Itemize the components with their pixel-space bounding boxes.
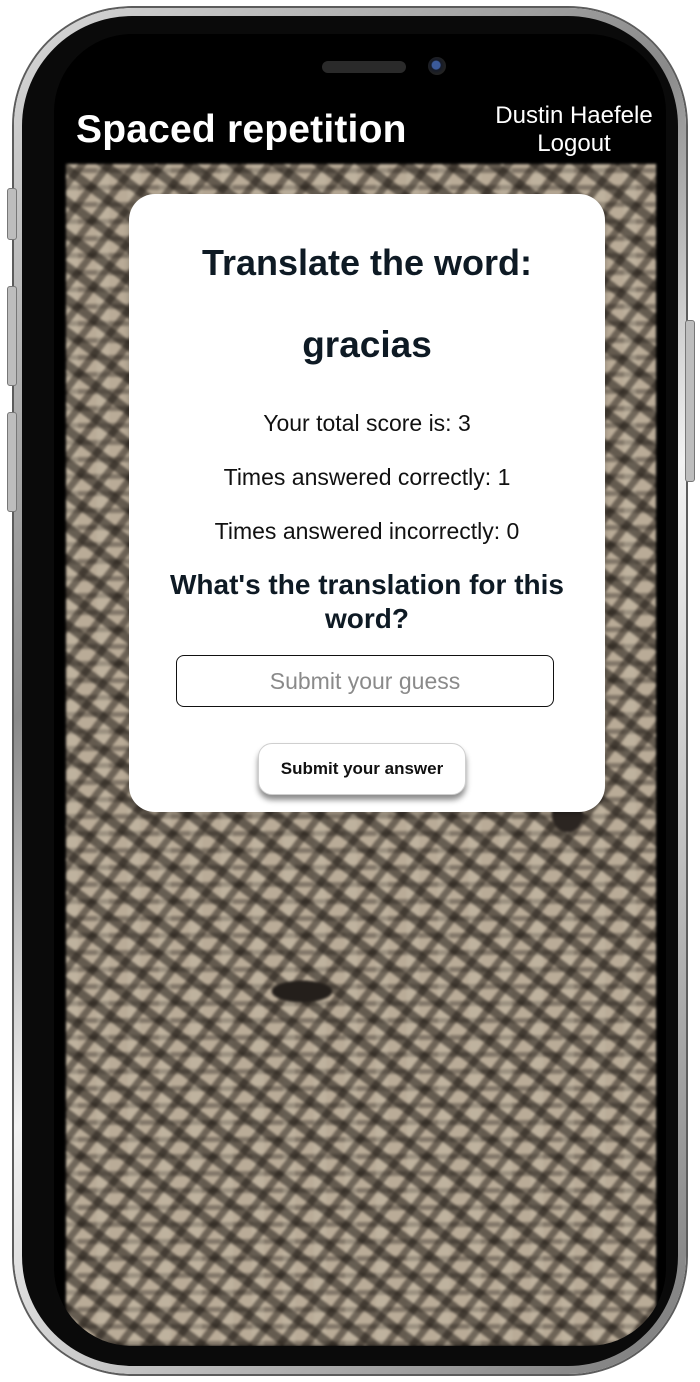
silent-switch — [7, 188, 17, 240]
volume-up-button — [7, 286, 17, 386]
volume-down-button — [7, 412, 17, 512]
translation-question: What's the translation for this word? — [169, 569, 564, 634]
user-menu: Dustin Haefele Logout — [484, 102, 664, 158]
app-title: Spaced repetition — [76, 108, 407, 151]
user-name: Dustin Haefele — [495, 102, 653, 129]
word-to-translate: gracias — [302, 324, 432, 365]
card-heading: Translate the word: — [201, 242, 533, 283]
logout-link[interactable]: Logout — [484, 130, 664, 158]
submit-answer-button[interactable]: Submit your answer — [258, 743, 466, 795]
total-score: Your total score is: 3 — [263, 410, 471, 436]
phone-frame: Spaced repetition Dustin Haefele Logout … — [7, 8, 695, 1374]
screen: Spaced repetition Dustin Haefele Logout … — [54, 34, 666, 1346]
correct-count: Times answered correctly: 1 — [223, 464, 511, 490]
speaker-grille — [322, 61, 406, 73]
front-camera-icon — [428, 57, 446, 75]
power-button — [685, 320, 695, 482]
incorrect-count: Times answered incorrectly: 0 — [214, 518, 520, 544]
learning-card: Translate the word: gracias Your total s… — [129, 194, 605, 812]
guess-input[interactable] — [176, 655, 554, 707]
